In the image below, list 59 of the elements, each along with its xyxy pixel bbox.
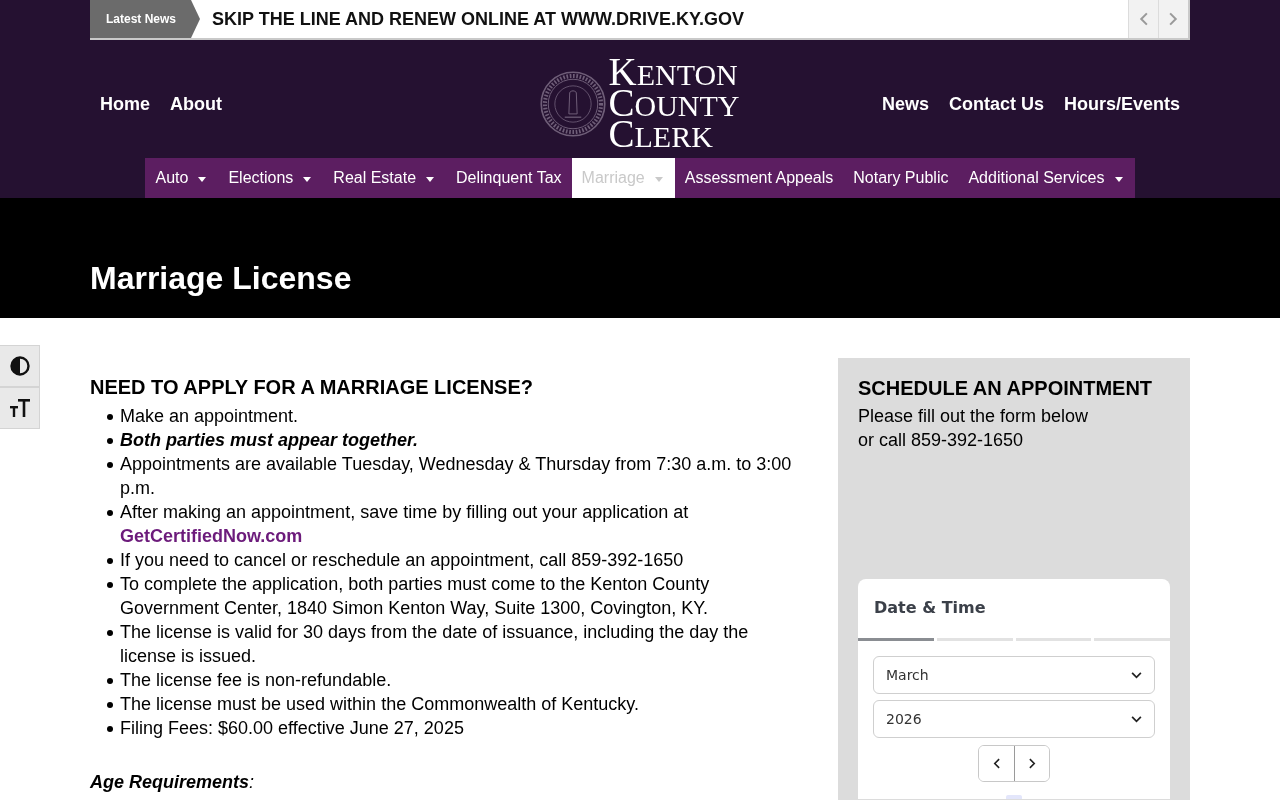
bullet-icon	[107, 414, 113, 420]
ticker-label: Latest News	[90, 0, 200, 38]
bullet-icon	[107, 582, 113, 588]
contrast-button[interactable]	[0, 345, 40, 387]
list-item: The license is valid for 30 days from the date of issuance, including the day the license is issued.	[120, 621, 750, 668]
nav-link[interactable]: Home	[90, 87, 160, 121]
link[interactable]: GetCertifiedNow.com	[120, 526, 303, 546]
page-title: Marriage License	[90, 259, 353, 298]
nav-link[interactable]: About	[160, 87, 232, 121]
chevron-left-icon	[1139, 12, 1148, 26]
panel-text: Please fill out the form below or call 859-392-1650	[858, 405, 1090, 452]
bullet-icon	[107, 510, 113, 516]
bullet-icon	[107, 726, 113, 732]
menu-item[interactable]: Notary Public	[843, 158, 959, 198]
ticker-headline[interactable]: SKIP THE LINE AND RENEW ONLINE AT WWW.DRIVE.KY.GOV	[212, 8, 1128, 30]
year-select[interactable]: 2026	[873, 700, 1155, 738]
text-size-icon	[9, 398, 30, 418]
list-item: To complete the application, both parties must come to the Kenton County Government Center, 1840 Simon Kenton Way, Suite 1300, Covington, KY.	[120, 573, 711, 620]
menu-item[interactable]: Elections	[218, 158, 324, 198]
chevron-down-icon	[1131, 715, 1142, 723]
logo-text[interactable]: KENTON COUNTY CLERK	[608, 57, 740, 151]
contrast-icon	[9, 356, 30, 376]
list-item: If you need to cancel or reschedule an appointment, call 859-392-1650	[120, 549, 684, 572]
seal-icon	[540, 71, 607, 137]
card-title: Date & Time	[873, 597, 987, 619]
bullet-icon	[107, 678, 113, 684]
list-item: Appointments are available Tuesday, Wednesday & Thursday from 7:30 a.m. to 3:00 p.m.	[120, 453, 793, 500]
next-button[interactable]	[1158, 0, 1188, 38]
list-item: The license must be used within the Commonwealth of Kentucky.	[120, 693, 639, 716]
bullet-icon	[107, 438, 113, 444]
bullet-icon	[107, 462, 113, 468]
list-item: The license fee is non-refundable.	[120, 669, 392, 692]
bullet-icon	[107, 630, 113, 636]
nav-link[interactable]: Hours/Events	[1053, 87, 1190, 121]
month-select[interactable]: March	[873, 656, 1155, 694]
nav-link[interactable]: News	[871, 87, 939, 121]
chevron-left-icon	[993, 758, 1000, 769]
nav-link[interactable]: Contact Us	[938, 87, 1054, 121]
chevron-right-icon	[1169, 12, 1178, 26]
list-item: Filing Fees: $60.00 effective June 27, 2025	[120, 717, 464, 740]
previous-button[interactable]	[1128, 0, 1158, 38]
day-highlight	[1006, 795, 1022, 799]
menu-item[interactable]: Auto	[145, 158, 219, 198]
menu-item[interactable]: Delinquent Tax	[446, 158, 572, 198]
text-size-button[interactable]	[0, 387, 40, 429]
list-item: Both parties must appear together.	[120, 429, 419, 452]
panel-heading: SCHEDULE AN APPOINTMENT	[858, 376, 1154, 400]
section-heading: NEED TO APPLY FOR A MARRIAGE LICENSE?	[90, 375, 535, 399]
next-month-button[interactable]	[1014, 746, 1049, 781]
subheading: Age Requirements:	[90, 771, 256, 794]
chevron-right-icon	[1028, 758, 1036, 769]
menu-item[interactable]: Additional Services	[958, 158, 1135, 198]
bullet-icon	[107, 702, 113, 708]
bullet-icon	[107, 558, 113, 564]
list-item: Make an appointment.	[120, 405, 299, 428]
menu-item[interactable]: Assessment Appeals	[674, 158, 844, 198]
menu-item[interactable]: Real Estate	[323, 158, 447, 198]
chevron-down-icon	[1131, 671, 1142, 679]
list-item: After making an appointment, save time by filling out your application at GetCertifiedNow.com	[120, 501, 690, 548]
